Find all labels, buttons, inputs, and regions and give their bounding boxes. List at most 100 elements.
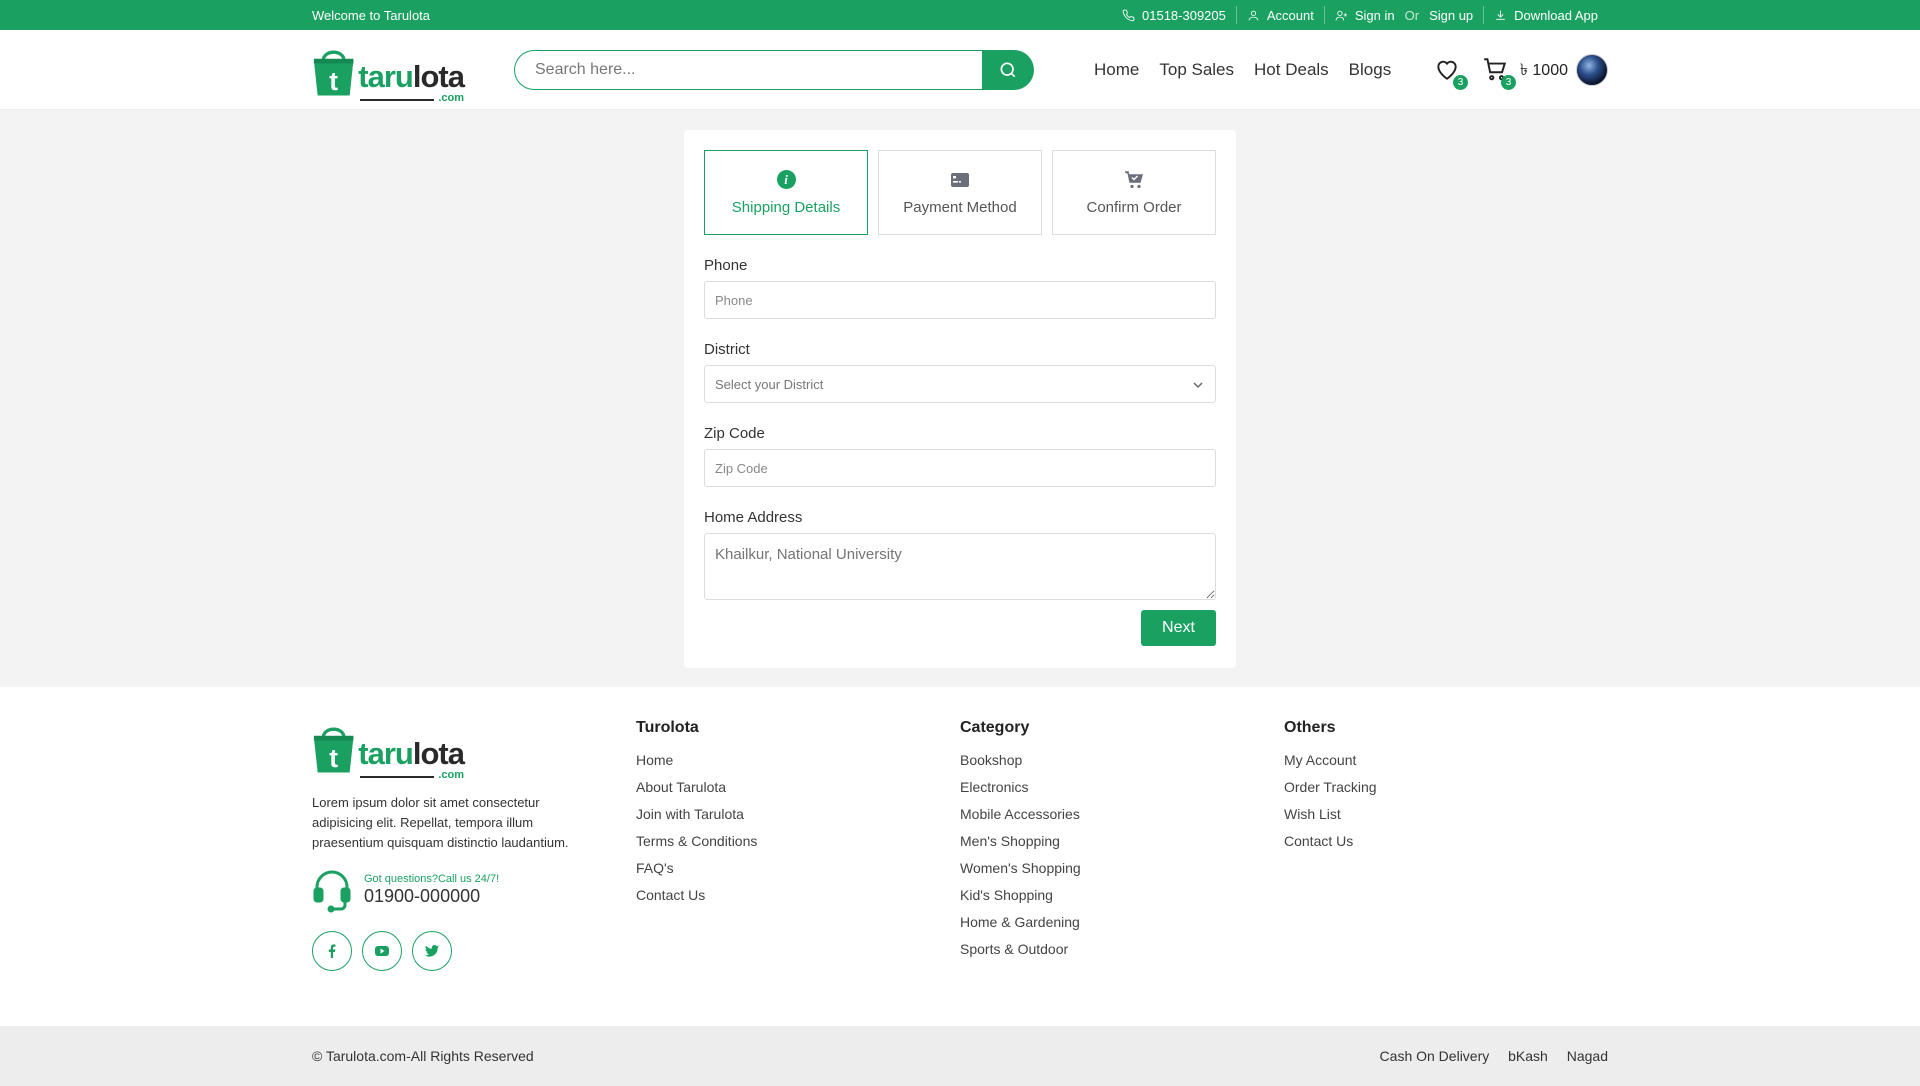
step-shipping-details[interactable]: i Shipping Details: [704, 150, 868, 235]
nav-hot-deals[interactable]: Hot Deals: [1254, 60, 1329, 80]
user-icon: [1248, 10, 1259, 20]
twitter-link[interactable]: [412, 931, 452, 971]
logo-part2: lota: [412, 59, 465, 94]
footer-link-home-gardening[interactable]: Home & Gardening: [960, 913, 1284, 931]
logo[interactable]: t tarulota .com: [312, 42, 465, 104]
footer-logo[interactable]: t tarulota .com: [312, 719, 465, 781]
footer-link-mens-shopping[interactable]: Men's Shopping: [960, 832, 1284, 850]
sign-up-link[interactable]: Sign up: [1429, 8, 1473, 23]
download-app-link[interactable]: Download App: [1483, 6, 1608, 24]
cart-total: ৳ 1000: [1519, 61, 1568, 79]
top-auth: Sign in Or Sign up: [1323, 6, 1483, 24]
search-button[interactable]: [982, 50, 1034, 90]
chevron-down-icon: [1193, 382, 1203, 389]
footer-link-contact[interactable]: Contact Us: [636, 886, 960, 904]
footer-description: Lorem ipsum dolor sit amet consectetur a…: [312, 795, 569, 850]
footer-link-terms[interactable]: Terms & Conditions: [636, 832, 960, 850]
main-nav: Home Top Sales Hot Deals Blogs: [1094, 60, 1411, 80]
footer-link-my-account[interactable]: My Account: [1284, 751, 1608, 769]
footer-link-kids-shopping[interactable]: Kid's Shopping: [960, 886, 1284, 904]
district-select[interactable]: Select your District: [704, 365, 1216, 403]
avatar[interactable]: [1576, 54, 1608, 86]
payment-nagad: Nagad: [1566, 1048, 1608, 1064]
next-row: Next: [704, 610, 1216, 646]
top-phone-text: 01518-309205: [1142, 7, 1226, 23]
footer-link-home[interactable]: Home: [636, 751, 960, 769]
zip-input[interactable]: [704, 449, 1216, 487]
address-group: Home Address: [704, 509, 1216, 605]
wishlist-button[interactable]: 3: [1434, 56, 1468, 90]
footer-link-electronics[interactable]: Electronics: [960, 778, 1284, 796]
footer-link-mobile-accessories[interactable]: Mobile Accessories: [960, 805, 1284, 823]
footer-link-sports-outdoor[interactable]: Sports & Outdoor: [960, 940, 1284, 958]
footer-col-heading: Others: [1284, 719, 1336, 736]
top-links: 01518-309205 Account Sign in Or Sign up …: [1112, 6, 1608, 24]
step-payment-label: Payment Method: [903, 198, 1017, 216]
headset-icon: [313, 870, 351, 913]
footer-logo-part1: taru: [358, 736, 414, 771]
footer-col-others: Others My Account Order Tracking Wish Li…: [1284, 719, 1608, 971]
zip-group: Zip Code: [704, 425, 1216, 487]
footer: t tarulota .com Lorem ipsum dolor sit am…: [0, 687, 1920, 1026]
info-icon: i: [776, 170, 796, 189]
phone-icon: [1122, 9, 1135, 21]
cart-count-badge: 3: [1500, 75, 1516, 90]
search-input[interactable]: [514, 50, 982, 90]
footer-col-category: Category Bookshop Electronics Mobile Acc…: [960, 719, 1284, 971]
top-phone[interactable]: 01518-309205: [1112, 6, 1236, 24]
footer-link-about[interactable]: About Tarulota: [636, 778, 960, 796]
shopping-bag-logo-icon: t: [313, 727, 354, 773]
step-confirm-label: Confirm Order: [1086, 198, 1182, 216]
youtube-icon: [375, 946, 389, 956]
top-account-link[interactable]: Account: [1235, 6, 1324, 24]
checkout-area: i Shipping Details Payment Method Confir…: [0, 110, 1920, 687]
footer-hotline: Got questions?Call us 24/7! 01900-000000: [312, 867, 636, 913]
footer-col-heading: Category: [960, 719, 1030, 736]
payment-bkash: bKash: [1508, 1048, 1548, 1064]
nav-home[interactable]: Home: [1094, 60, 1139, 80]
shopping-bag-logo-icon: t: [313, 50, 354, 96]
next-button[interactable]: Next: [1141, 610, 1216, 646]
top-bar: Welcome to Tarulota 01518-309205 Account…: [0, 0, 1920, 30]
zip-label: Zip Code: [704, 425, 765, 442]
download-icon: [1496, 10, 1505, 20]
footer-col-heading: Turolota: [636, 719, 699, 736]
phone-input[interactable]: [704, 281, 1216, 319]
cart-check-icon: [1125, 170, 1143, 188]
district-selected-value: Select your District: [715, 376, 824, 392]
download-app-text: Download App: [1514, 7, 1598, 23]
phone-label: Phone: [704, 257, 748, 274]
nav-top-sales[interactable]: Top Sales: [1159, 60, 1234, 80]
footer-link-womens-shopping[interactable]: Women's Shopping: [960, 859, 1284, 877]
footer-link-faq[interactable]: FAQ's: [636, 859, 960, 877]
step-shipping-label: Shipping Details: [731, 198, 841, 216]
footer-hotline-number[interactable]: 01900-000000: [364, 886, 499, 907]
step-payment-method[interactable]: Payment Method: [878, 150, 1042, 235]
district-group: District Select your District: [704, 341, 1216, 403]
footer-link-order-tracking[interactable]: Order Tracking: [1284, 778, 1608, 796]
youtube-link[interactable]: [362, 931, 402, 971]
cart-button[interactable]: 3: [1482, 56, 1516, 90]
nav-blogs[interactable]: Blogs: [1349, 60, 1392, 80]
footer-logo-part2: lota: [412, 736, 465, 771]
footer-link-contact-us[interactable]: Contact Us: [1284, 832, 1608, 850]
step-confirm-order[interactable]: Confirm Order: [1052, 150, 1216, 235]
address-textarea[interactable]: [704, 533, 1216, 600]
footer-link-wish-list[interactable]: Wish List: [1284, 805, 1608, 823]
credit-card-icon: [951, 172, 969, 187]
logo-suffix: .com: [438, 92, 464, 104]
social-links: [312, 931, 636, 971]
logo-wordmark: tarulota .com: [358, 59, 465, 104]
or-text: Or: [1404, 7, 1420, 23]
facebook-link[interactable]: [312, 931, 352, 971]
header: t tarulota .com Home Top Sales Hot Deals…: [0, 30, 1920, 110]
copyright: © Tarulota.com-All Rights Reserved: [312, 1048, 534, 1064]
footer-link-join[interactable]: Join with Tarulota: [636, 805, 960, 823]
sign-in-link[interactable]: Sign in: [1355, 8, 1395, 23]
footer-logo-suffix: .com: [438, 769, 464, 781]
footer-link-bookshop[interactable]: Bookshop: [960, 751, 1284, 769]
footer-about: t tarulota .com Lorem ipsum dolor sit am…: [312, 719, 636, 971]
payment-methods: Cash On Delivery bKash Nagad: [1365, 1048, 1608, 1064]
address-label: Home Address: [704, 509, 803, 526]
footer-col-turolota: Turolota Home About Tarulota Join with T…: [636, 719, 960, 971]
